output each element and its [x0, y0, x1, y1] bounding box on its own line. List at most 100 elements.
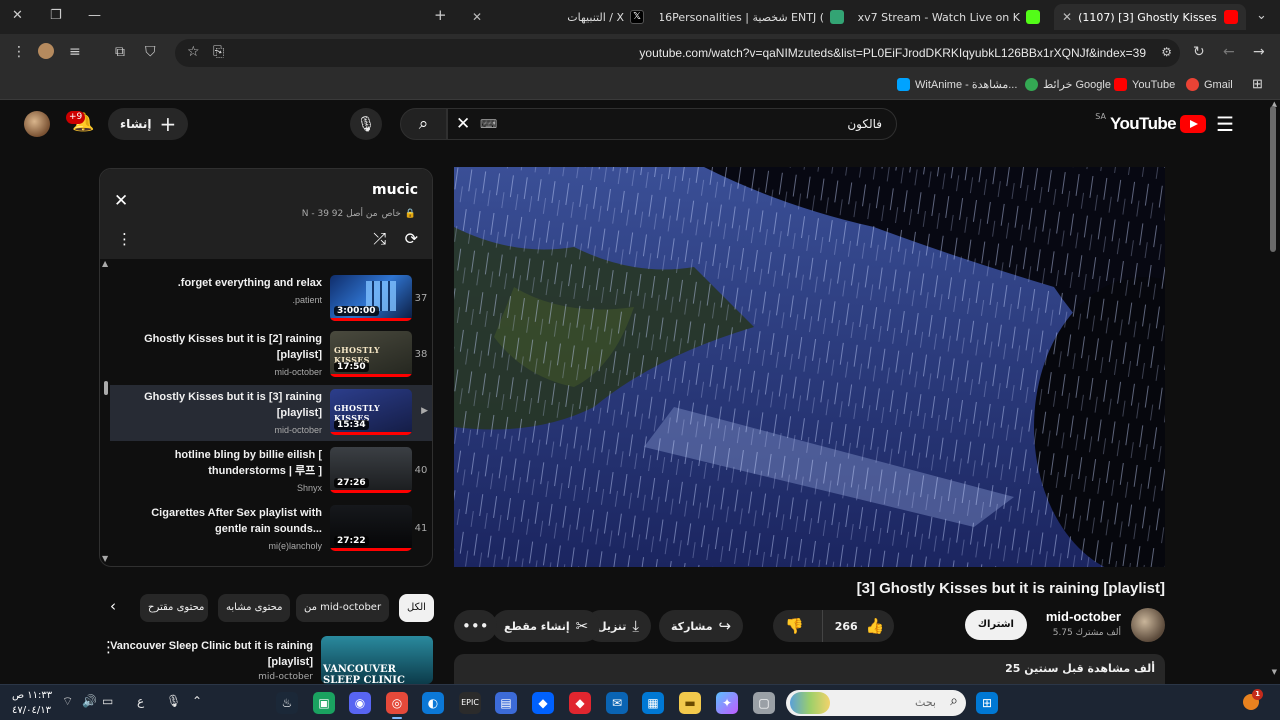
tab-16personalities[interactable]: 16Personalities | شخصية ENTJ ( ✕: [660, 4, 852, 30]
like-button[interactable]: 266 👍: [821, 610, 895, 642]
store-icon[interactable]: ▦: [642, 692, 664, 714]
dropbox-icon[interactable]: ◆: [532, 692, 554, 714]
chevron-left-icon[interactable]: ‹: [110, 597, 116, 615]
taskbar-search[interactable]: بحث ⌕: [786, 690, 966, 716]
item-thumbnail[interactable]: 27:26: [330, 447, 412, 493]
playlist-title[interactable]: mucic: [372, 182, 418, 198]
tab-notifications-x[interactable]: 𝕏 التنبيهات / X ✕: [464, 4, 652, 30]
more-actions-button[interactable]: •••: [454, 610, 497, 642]
channel-avatar[interactable]: [1131, 608, 1165, 642]
tab-youtube-active[interactable]: (1107) [3] Ghostly Kisses but it i ✕: [1054, 4, 1246, 30]
shuffle-icon[interactable]: ⤮: [373, 229, 386, 249]
description-box[interactable]: 25 ألف مشاهدة قبل سنتين: [454, 654, 1165, 684]
item-thumbnail[interactable]: GHOSTLY KISSES 15:34: [330, 389, 412, 435]
create-button[interactable]: إنشاء +: [108, 108, 189, 140]
chip-recommended[interactable]: محتوى مقترح: [140, 594, 208, 622]
app-blue-icon[interactable]: ▤: [495, 692, 517, 714]
app-red-icon[interactable]: ◆: [569, 692, 591, 714]
bookmark-gmail[interactable]: Gmail: [1186, 78, 1233, 91]
bookmark-star-icon[interactable]: ☆: [187, 44, 200, 60]
scroll-down-arrow[interactable]: ▼: [102, 554, 108, 563]
app-green-icon[interactable]: ▣: [313, 692, 335, 714]
hamburger-menu-icon[interactable]: ☰: [1216, 112, 1234, 136]
dislike-button[interactable]: 👎: [773, 617, 816, 635]
back-arrow-icon[interactable]: →: [1253, 44, 1265, 60]
share-button[interactable]: مشاركة ↪: [659, 610, 744, 642]
tab-search-icon[interactable]: ⌄: [1256, 8, 1267, 23]
playlist-item[interactable]: 40 27:26 hotline bling by billie eilish …: [110, 443, 432, 499]
site-settings-icon[interactable]: ⚙: [1161, 45, 1172, 59]
scroll-up-arrow[interactable]: ▲: [102, 259, 108, 268]
search-input[interactable]: فالكون ⌨ ✕: [447, 108, 897, 140]
close-window-icon[interactable]: ✕: [12, 8, 23, 23]
maximize-window-icon[interactable]: ❐: [50, 8, 62, 23]
page-scrollbar[interactable]: [1270, 106, 1276, 252]
install-app-icon[interactable]: ⎘: [213, 44, 224, 60]
input-language[interactable]: ع: [137, 694, 144, 708]
voice-search-button[interactable]: 🎙: [350, 108, 382, 140]
close-playlist-icon[interactable]: ✕: [114, 191, 128, 211]
chip-related[interactable]: محتوى مشابه: [218, 594, 291, 622]
windows-start-icon[interactable]: ⊞: [976, 692, 998, 714]
item-thumbnail[interactable]: 3:00:00: [330, 275, 412, 321]
playlist-item[interactable]: 38 GHOSTLY KISSES 17:50 Ghostly Kisses b…: [110, 327, 432, 383]
edge-icon[interactable]: ◐: [422, 692, 444, 714]
search-button[interactable]: ⌕: [400, 108, 447, 140]
copilot-icon[interactable]: ✦: [716, 692, 738, 714]
steam-icon[interactable]: ♨: [276, 692, 298, 714]
bookmark-youtube[interactable]: YouTube: [1114, 78, 1175, 91]
epic-games-icon[interactable]: EPIC: [459, 692, 481, 714]
page-scroll-down[interactable]: ▼: [1272, 668, 1277, 676]
channel-name[interactable]: mid-october: [1046, 609, 1121, 624]
clip-button[interactable]: إنشاء مقطع ✂: [492, 610, 601, 642]
youtube-logo[interactable]: SA YouTube: [1095, 112, 1206, 134]
apps-grid-icon[interactable]: ⊞: [1252, 76, 1263, 92]
chrome-icon[interactable]: ◎: [386, 692, 408, 719]
forward-arrow-icon[interactable]: ←: [1223, 44, 1235, 60]
extensions-icon[interactable]: ⧉: [115, 44, 125, 60]
close-tab-icon[interactable]: ✕: [1062, 10, 1072, 24]
rec-more-icon[interactable]: ⋮: [101, 638, 116, 656]
playlist-more-icon[interactable]: ⋮: [117, 230, 132, 248]
profile-icon[interactable]: [38, 43, 54, 59]
notification-center-icon[interactable]: 1: [1243, 689, 1263, 710]
bookmark-witanime[interactable]: WitAnime - مشاهدة...: [897, 78, 1017, 91]
clock[interactable]: ١١:٣٣ ص ٤٧/٠٤/١٣: [12, 688, 52, 718]
close-tab-icon[interactable]: ✕: [472, 10, 482, 24]
playlist-item-current[interactable]: ▶ GHOSTLY KISSES 15:34 Ghostly Kisses bu…: [110, 385, 432, 441]
video-player[interactable]: [454, 167, 1165, 567]
subscribe-button[interactable]: اشتراك: [964, 610, 1027, 640]
tab-kick-stream[interactable]: Nxv7 Stream - Watch Live on K ✕: [858, 4, 1048, 30]
clear-search-icon[interactable]: ✕: [456, 114, 470, 134]
chip-all[interactable]: الكل: [399, 594, 434, 622]
loop-icon[interactable]: ⟳: [405, 229, 418, 248]
chip-from-channel[interactable]: من mid-october: [296, 594, 390, 622]
item-thumbnail[interactable]: 27:22: [330, 505, 412, 551]
volume-icon[interactable]: 🔊: [82, 694, 97, 708]
playlist-item[interactable]: 41 27:22 Cigarettes After Sex playlist w…: [110, 501, 432, 557]
playlist-scrollbar[interactable]: [104, 381, 108, 395]
account-avatar[interactable]: [24, 111, 50, 137]
app-gray-icon[interactable]: ▢: [753, 692, 775, 714]
keyboard-icon[interactable]: ⌨: [480, 117, 497, 131]
bookmark-google-maps[interactable]: خرائط Google: [1025, 78, 1111, 91]
url-text[interactable]: youtube.com/watch?v=qaNIMzuteds&list=PL0…: [639, 46, 1146, 60]
battery-icon[interactable]: ▭: [102, 694, 113, 708]
mic-tray-icon[interactable]: 🎙: [166, 694, 181, 708]
playlist-item[interactable]: 37 3:00:00 .forget everything and relax …: [110, 271, 432, 327]
discord-icon[interactable]: ◉: [349, 692, 371, 714]
outlook-icon[interactable]: ✉: [606, 692, 628, 714]
file-explorer-icon[interactable]: ▬: [679, 692, 701, 714]
tray-overflow-icon[interactable]: ⌃: [192, 694, 202, 708]
url-box[interactable]: youtube.com/watch?v=qaNIMzuteds&list=PL0…: [175, 39, 1180, 67]
rec-thumbnail[interactable]: VANCOUVER SLEEP CLINIC: [321, 636, 433, 684]
item-thumbnail[interactable]: GHOSTLY KISSES 17:50: [330, 331, 412, 377]
wifi-icon[interactable]: ⌔: [62, 694, 73, 709]
reading-list-icon[interactable]: ≡: [69, 44, 81, 60]
menu-dots-icon[interactable]: ⋮: [12, 44, 26, 60]
recommended-video[interactable]: VANCOUVER SLEEP CLINIC Vancouver Sleep C…: [99, 636, 433, 684]
shield-icon[interactable]: ⛉: [145, 44, 156, 60]
new-tab-button[interactable]: +: [434, 6, 447, 24]
minimize-window-icon[interactable]: —: [88, 8, 101, 23]
reload-icon[interactable]: ↻: [1193, 44, 1205, 60]
